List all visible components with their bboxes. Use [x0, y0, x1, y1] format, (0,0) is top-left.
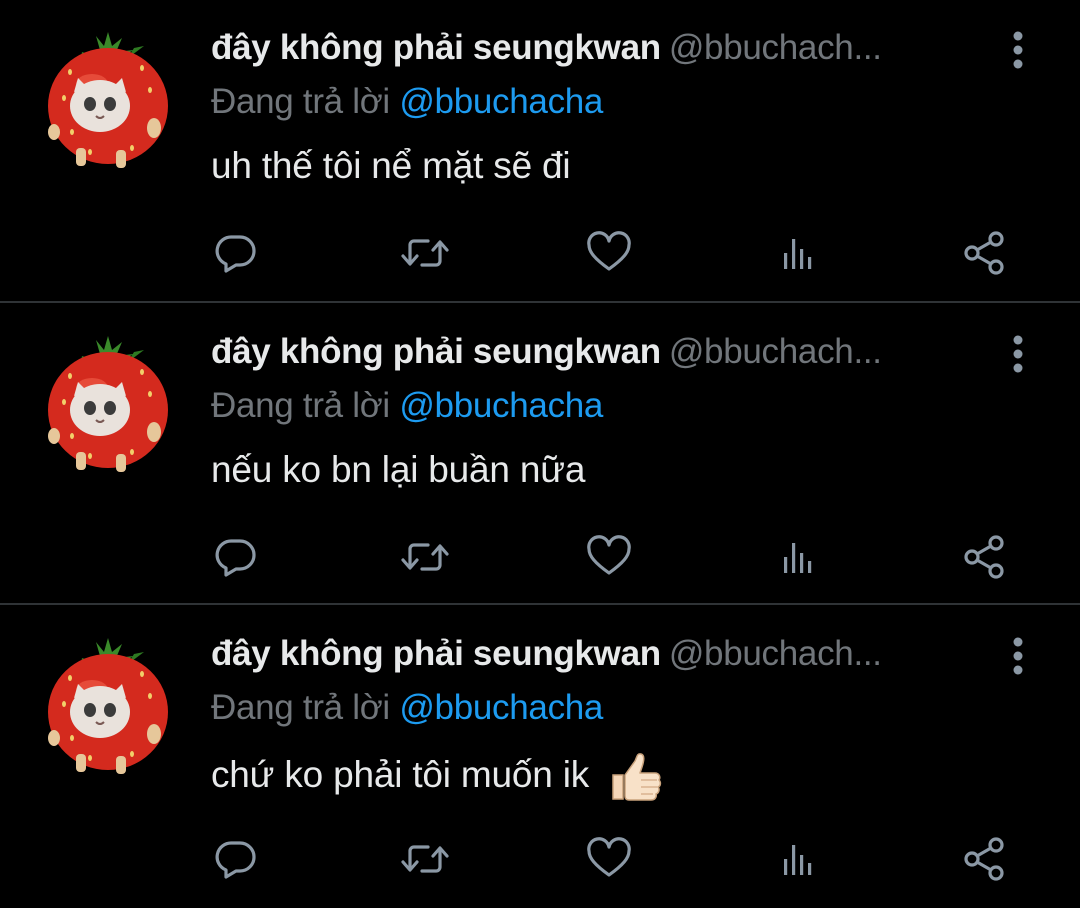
share-button[interactable]	[956, 529, 1012, 585]
avatar[interactable]	[42, 332, 174, 474]
reply-mention-link[interactable]: @bbuchacha	[399, 82, 603, 121]
reply-icon	[215, 841, 256, 879]
more-vertical-icon	[1013, 31, 1023, 69]
user-handle[interactable]: @bbuchach...	[669, 28, 882, 67]
like-button[interactable]	[581, 225, 637, 281]
reply-icon	[215, 235, 256, 273]
share-icon	[964, 837, 1004, 881]
more-vertical-icon	[1013, 637, 1023, 675]
reply-mention-link[interactable]: @bbuchacha	[399, 688, 603, 727]
retweet-button[interactable]	[397, 831, 453, 887]
divider	[0, 301, 1080, 303]
display-name[interactable]: đây không phải seungkwan	[211, 634, 661, 673]
views-button[interactable]	[770, 831, 826, 887]
strawberry-cat-avatar-icon	[48, 638, 168, 774]
tweet-text-content: uh thế tôi nể mặt sẽ đi	[211, 145, 571, 186]
action-bar	[0, 225, 1080, 285]
views-button[interactable]	[770, 529, 826, 585]
timeline: đây không phải seungkwan @bbuchach... Đan…	[0, 0, 1080, 898]
more-options-button[interactable]	[1000, 30, 1036, 70]
avatar[interactable]	[42, 634, 174, 776]
like-button[interactable]	[581, 529, 637, 585]
views-icon	[784, 239, 812, 269]
share-button[interactable]	[956, 831, 1012, 887]
retweet-button[interactable]	[397, 529, 453, 585]
retweet-icon	[401, 543, 449, 571]
thumbs-up-icon	[612, 753, 662, 801]
reply-prefix: Đang trả lời	[211, 82, 390, 121]
reply-context: Đang trả lời @bbuchacha	[211, 386, 603, 426]
strawberry-cat-avatar-icon	[48, 336, 168, 472]
tweet[interactable]: đây không phải seungkwan @bbuchach... Đan…	[0, 0, 1080, 302]
reply-button[interactable]	[208, 831, 264, 887]
reply-button[interactable]	[208, 225, 264, 281]
user-handle[interactable]: @bbuchach...	[669, 332, 882, 371]
divider	[0, 603, 1080, 605]
tweet-text-content: chứ ko phải tôi muốn ik	[211, 753, 590, 795]
reply-mention-link[interactable]: @bbuchacha	[399, 386, 603, 425]
like-button[interactable]	[581, 831, 637, 887]
reply-context: Đang trả lời @bbuchacha	[211, 82, 603, 122]
views-icon	[784, 543, 812, 573]
tweet-header: đây không phải seungkwan @bbuchach...	[211, 332, 1001, 382]
tweet-text: nếu ko bn lại buần nữa	[211, 449, 585, 491]
user-handle[interactable]: @bbuchach...	[669, 634, 882, 673]
reply-context: Đang trả lời @bbuchacha	[211, 688, 603, 728]
tweet-text-content: nếu ko bn lại buần nữa	[211, 449, 586, 490]
action-bar	[0, 529, 1080, 589]
tweet-text: uh thế tôi nể mặt sẽ đi	[211, 145, 571, 187]
heart-icon	[587, 231, 631, 271]
share-icon	[964, 535, 1004, 579]
reply-prefix: Đang trả lời	[211, 386, 390, 425]
reply-icon	[215, 539, 256, 577]
views-icon	[784, 845, 812, 875]
heart-icon	[587, 837, 631, 877]
retweet-button[interactable]	[397, 225, 453, 281]
display-name[interactable]: đây không phải seungkwan	[211, 28, 661, 67]
heart-icon	[587, 535, 631, 575]
tweet[interactable]: đây không phải seungkwan @bbuchach... Đan…	[0, 606, 1080, 908]
reply-prefix: Đang trả lời	[211, 688, 390, 727]
reply-button[interactable]	[208, 529, 264, 585]
avatar[interactable]	[42, 28, 174, 170]
more-options-button[interactable]	[1000, 636, 1036, 676]
more-options-button[interactable]	[1000, 334, 1036, 374]
action-bar	[0, 831, 1080, 891]
tweet-header: đây không phải seungkwan @bbuchach...	[211, 634, 1001, 684]
tweet-text: chứ ko phải tôi muốn ik	[211, 751, 663, 803]
strawberry-cat-avatar-icon	[48, 32, 168, 168]
tweet[interactable]: đây không phải seungkwan @bbuchach... Đan…	[0, 304, 1080, 606]
views-button[interactable]	[770, 225, 826, 281]
more-vertical-icon	[1013, 335, 1023, 373]
retweet-icon	[401, 239, 449, 267]
display-name[interactable]: đây không phải seungkwan	[211, 332, 661, 371]
share-button[interactable]	[956, 225, 1012, 281]
share-icon	[964, 231, 1004, 275]
tweet-header: đây không phải seungkwan @bbuchach...	[211, 28, 1001, 78]
retweet-icon	[401, 845, 449, 873]
